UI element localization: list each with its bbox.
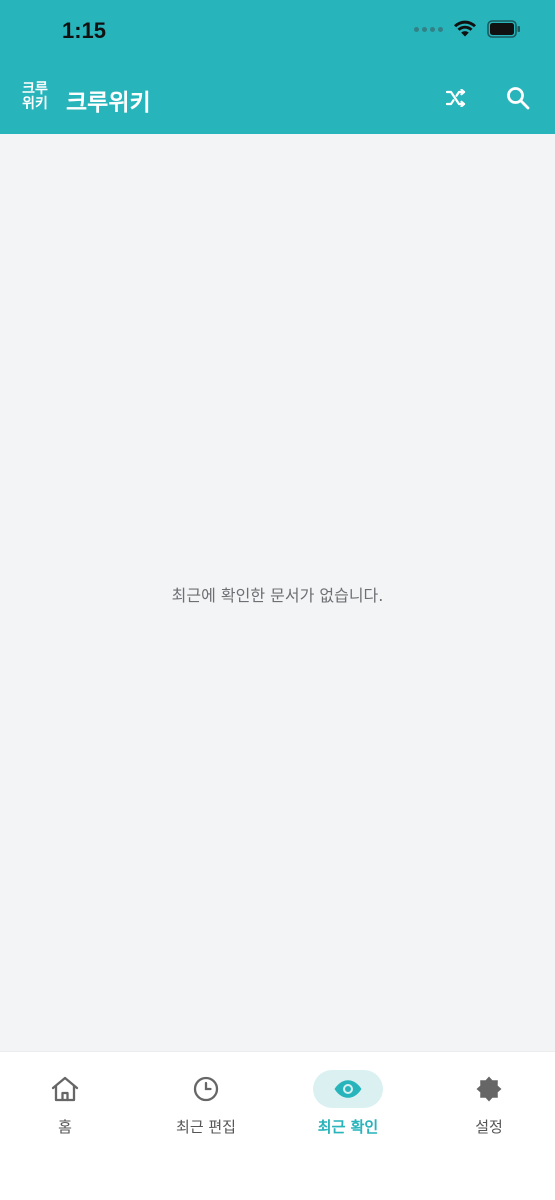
clock-icon bbox=[193, 1076, 219, 1102]
main-content: 최근에 확인한 문서가 없습니다. bbox=[0, 134, 555, 1051]
search-button[interactable] bbox=[502, 82, 534, 114]
empty-state-message: 최근에 확인한 문서가 없습니다. bbox=[171, 586, 384, 605]
nav-icon-container bbox=[30, 1070, 100, 1108]
nav-icon-container bbox=[171, 1070, 241, 1108]
app-title: 크루위키 bbox=[66, 90, 151, 116]
nav-label-recent-edits: 최근 편집 bbox=[176, 1118, 236, 1136]
shuffle-icon bbox=[446, 89, 466, 107]
status-indicators bbox=[414, 20, 521, 38]
nav-label-settings: 설정 bbox=[475, 1118, 503, 1136]
wifi-icon bbox=[454, 20, 476, 37]
status-time: 1:15 bbox=[62, 18, 107, 43]
status-bar: 1:15 bbox=[0, 0, 555, 62]
app-logo[interactable]: 크루 위키 bbox=[20, 82, 50, 112]
home-icon bbox=[51, 1076, 79, 1102]
logo-line-1: 크루 bbox=[22, 81, 48, 97]
shuffle-button[interactable] bbox=[440, 82, 472, 114]
eye-icon bbox=[334, 1080, 362, 1098]
cellular-signal-icon bbox=[414, 26, 443, 32]
nav-icon-container bbox=[313, 1070, 383, 1108]
nav-icon-container bbox=[454, 1070, 524, 1108]
bottom-navigation: 홈 최근 편집 최근 확인 설정 bbox=[0, 1051, 555, 1200]
nav-item-home[interactable]: 홈 bbox=[0, 1070, 130, 1137]
search-icon bbox=[507, 87, 530, 110]
nav-item-recent-views[interactable]: 최근 확인 bbox=[283, 1070, 413, 1137]
logo-line-2: 위키 bbox=[22, 96, 48, 112]
gear-icon bbox=[476, 1076, 502, 1102]
nav-label-recent-views: 최근 확인 bbox=[317, 1118, 379, 1136]
nav-item-recent-edits[interactable]: 최근 편집 bbox=[141, 1070, 271, 1137]
battery-icon bbox=[487, 20, 520, 38]
nav-label-home: 홈 bbox=[58, 1118, 72, 1136]
nav-item-settings[interactable]: 설정 bbox=[424, 1070, 554, 1137]
app-bar: 크루 위키 크루위키 bbox=[0, 62, 555, 134]
